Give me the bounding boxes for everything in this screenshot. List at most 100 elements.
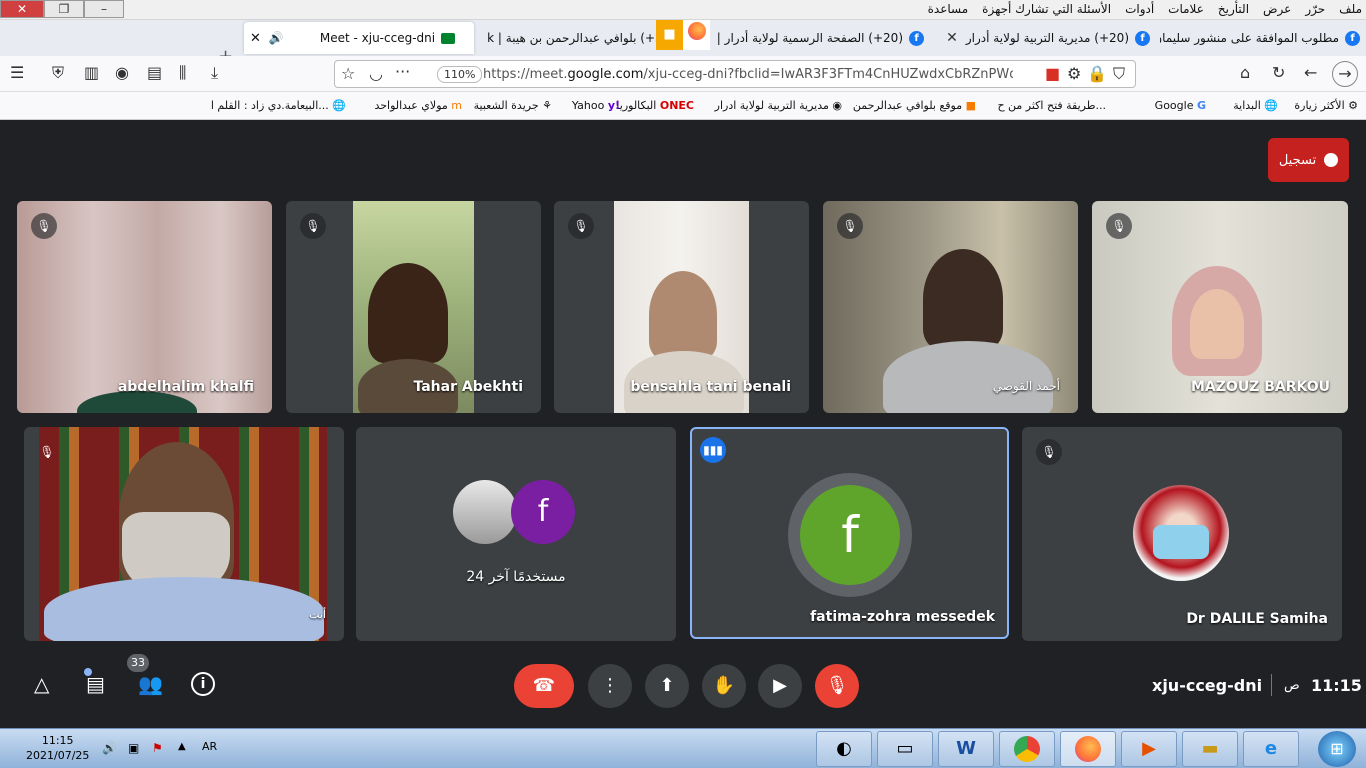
- minimize-window-button[interactable]: –: [84, 0, 124, 18]
- speaking-participant-tile[interactable]: f ▮▮▮ fatima-zohra messedek: [690, 427, 1009, 639]
- menu-tools[interactable]: أدوات: [1125, 2, 1154, 16]
- library-icon[interactable]: ⫼: [179, 64, 186, 82]
- close-window-button[interactable]: ✕: [0, 0, 44, 18]
- sharing-indicator[interactable]: ■: [656, 20, 710, 50]
- permissions-icon[interactable]: ⚙: [1067, 65, 1081, 83]
- taskbar-app-firefox[interactable]: [1060, 731, 1116, 767]
- reader-icon[interactable]: ▤: [147, 64, 162, 82]
- bookmark-belouafi-site[interactable]: موقع بلوافي عبدالرحمن ■: [853, 99, 976, 112]
- mic-off-icon: 🎙: [1036, 439, 1062, 465]
- present-screen-button[interactable]: ⬆: [645, 664, 689, 708]
- bookmark-moulay[interactable]: مولاي عبدالواحد m: [374, 99, 462, 112]
- microphone-button[interactable]: 🎙: [815, 664, 859, 708]
- self-tile[interactable]: 🎙 أنت: [24, 427, 344, 641]
- reload-icon[interactable]: ↻: [1272, 64, 1285, 82]
- bookmark-multi-open[interactable]: طريقة فتح اكثر من ح...: [997, 99, 1106, 112]
- show-hidden-icons[interactable]: ▲: [178, 741, 186, 752]
- tab-adrar-official[interactable]: f(20+) الصفحة الرسمية لولاية أدرار |✕: [708, 22, 930, 54]
- bookmark-yahoo[interactable]: Yahoo y!: [572, 99, 620, 112]
- participant-tile[interactable]: 🎙 MAZOUZ BARKOU: [1092, 201, 1348, 413]
- activities-icon[interactable]: △: [34, 672, 49, 696]
- participant-figure: [649, 271, 717, 359]
- back-icon[interactable]: ←: [1304, 64, 1317, 82]
- menu-view[interactable]: عرض: [1263, 2, 1291, 16]
- lock-icon[interactable]: 🔒: [1087, 65, 1107, 83]
- action-center-icon[interactable]: ⚑: [152, 741, 163, 755]
- close-icon[interactable]: ✕: [250, 31, 261, 46]
- menu-edit[interactable]: حرّر: [1305, 2, 1325, 16]
- bookmark-elbilad[interactable]: البيعامة.دي زاد : القلم ا... 🌐: [211, 99, 346, 112]
- network-icon[interactable]: ▣: [128, 741, 139, 755]
- download-icon[interactable]: ⤓: [211, 64, 218, 82]
- home-icon[interactable]: ⌂: [1240, 64, 1250, 82]
- start-button[interactable]: ⊞: [1318, 731, 1356, 767]
- tab-bar: fمطلوب الموافقة على منشور سليمان✕ f(20+)…: [0, 20, 1366, 67]
- taskbar-app-explorer[interactable]: ▬: [1182, 731, 1238, 767]
- extension-icon[interactable]: ▥: [84, 64, 99, 82]
- participant-tile[interactable]: 🎙 bensahla tani benali: [554, 201, 809, 413]
- account-icon[interactable]: ◉: [115, 64, 129, 82]
- speaker-icon[interactable]: 🔊: [269, 31, 284, 45]
- people-icon[interactable]: 👥: [138, 672, 163, 696]
- forward-icon[interactable]: →: [1332, 61, 1358, 87]
- firefox-icon: [683, 20, 710, 50]
- participant-tile[interactable]: 🎙 abdelhalim khalfi: [17, 201, 272, 413]
- raise-hand-button[interactable]: ✋: [702, 664, 746, 708]
- bookmark-home[interactable]: البداية 🌐: [1233, 99, 1278, 112]
- url-bar[interactable]: ☆ ◡ ··· 110% https://meet.google.com/xju…: [334, 60, 1136, 88]
- participant-name: abdelhalim khalfi: [117, 379, 254, 395]
- zoom-level[interactable]: 110%: [437, 66, 483, 83]
- more-icon[interactable]: ···: [395, 63, 410, 81]
- camera-button[interactable]: ▶: [758, 664, 802, 708]
- more-options-button[interactable]: ⋮: [588, 664, 632, 708]
- restore-window-button[interactable]: ❐: [44, 0, 84, 18]
- menu-shared-devices[interactable]: الأسئلة التي تشارك أجهزة: [982, 2, 1111, 16]
- menu-help[interactable]: مساعدة: [928, 2, 969, 16]
- taskbar-app-word[interactable]: W: [938, 731, 994, 767]
- participant-name: Tahar Abekhti: [413, 379, 523, 395]
- menu-icon[interactable]: ☰: [10, 64, 24, 82]
- record-dot-icon: [1324, 153, 1339, 167]
- tab-meet[interactable]: ✕ 🔊 Meet - xju-cceg-dni: [244, 22, 474, 54]
- bookmark-bac[interactable]: البكالوريا ONEC: [616, 99, 694, 112]
- taskbar-app-media[interactable]: ▶: [1121, 731, 1177, 767]
- language-indicator[interactable]: AR: [202, 740, 217, 753]
- facebook-icon: f: [1345, 30, 1360, 46]
- tracking-shield-icon[interactable]: ⛉: [1113, 65, 1125, 83]
- more-vert-icon: ⋮: [601, 675, 619, 696]
- taskbar-app-chrome[interactable]: [999, 731, 1055, 767]
- menu-bookmarks[interactable]: علامات: [1168, 2, 1204, 16]
- mic-off-icon: 🎙: [39, 445, 55, 459]
- meeting-code: xju-cceg-dni: [1152, 676, 1263, 695]
- pocket-icon[interactable]: ◡: [369, 65, 383, 83]
- recording-button[interactable]: تسجيل: [1268, 138, 1349, 182]
- taskbar-app-switcher[interactable]: ◐: [816, 731, 872, 767]
- tab-approval[interactable]: fمطلوب الموافقة على منشور سليمان✕: [1160, 22, 1366, 54]
- menu-history[interactable]: التأريخ: [1218, 2, 1249, 16]
- taskbar-app-image[interactable]: ▭: [877, 731, 933, 767]
- time-period: ص: [1284, 678, 1300, 693]
- mic-off-icon: 🎙: [837, 213, 863, 239]
- taskbar-app-ie[interactable]: e: [1243, 731, 1299, 767]
- participant-tile[interactable]: 🎙 Tahar Abekhti: [286, 201, 541, 413]
- camera-icon: ▶: [773, 675, 787, 696]
- others-tile[interactable]: f 24 مستخدمًا آخر: [356, 427, 676, 641]
- camera-permission-icon[interactable]: ■: [1045, 65, 1060, 83]
- bookmark-adrar-education[interactable]: مديرية التربية لولاية ادرار ◉: [715, 99, 842, 112]
- menu-file[interactable]: ملف: [1339, 2, 1362, 16]
- star-icon[interactable]: ☆: [341, 65, 355, 83]
- volume-icon[interactable]: 🔊: [102, 741, 117, 755]
- bookmark-google[interactable]: Google G: [1155, 99, 1206, 112]
- url-text[interactable]: https://meet.google.com/xju-cceg-dni?fbc…: [483, 67, 1013, 82]
- tab-adrar-education[interactable]: f (20+) مديرية التربية لولاية أدرار ✕: [936, 22, 1156, 54]
- taskbar-clock[interactable]: 11:15 2021/07/25: [26, 733, 89, 763]
- info-icon[interactable]: i: [191, 672, 215, 696]
- leave-call-button[interactable]: ☎: [514, 664, 574, 708]
- bookmark-newspaper[interactable]: جريدة الشعبية ⚘: [474, 99, 552, 112]
- close-icon[interactable]: ✕: [946, 30, 958, 46]
- participant-tile[interactable]: 🎙 أحمد القوصي: [823, 201, 1078, 413]
- meeting-controls: △ ▤ 👥 33 i ☎ ⋮ ⬆ ✋ ▶ 🎙 xju-cceg-dni ص 11…: [0, 654, 1366, 710]
- shield-icon[interactable]: ⛨: [52, 64, 64, 82]
- bookmark-most-visited[interactable]: الأكثر زيارة ⚙: [1294, 99, 1358, 112]
- participant-tile[interactable]: 🎙 Dr DALILE Samiha: [1022, 427, 1342, 641]
